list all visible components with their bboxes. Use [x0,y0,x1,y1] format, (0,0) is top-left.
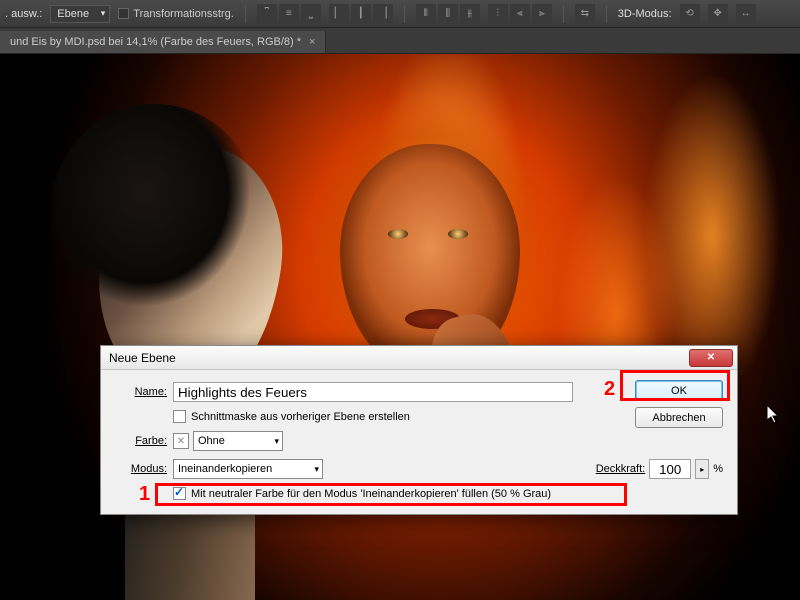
align-vcenter-icon[interactable]: ≡ [279,4,299,24]
align-group: ⎴ ≡ ⎵ [257,4,321,24]
neutral-fill-checkbox[interactable]: Mit neutraler Farbe für den Modus 'Inein… [173,487,551,500]
align-top-icon[interactable]: ⎴ [257,4,277,24]
opacity-label: Deckkraft: [596,463,646,475]
color-none-icon: ✕ [173,433,189,449]
3d-orbit-icon[interactable]: ⟲ [680,4,700,24]
clip-mask-checkbox[interactable]: Schnittmaske aus vorheriger Ebene erstel… [173,410,410,423]
canvas-area [0,54,800,600]
opacity-input[interactable] [649,459,691,479]
mode3d-label: 3D-Modus: [618,8,672,20]
dialog-body: Name: Schnittmaske aus vorheriger Ebene … [101,370,737,514]
document-image [0,54,800,600]
distribute-4-icon[interactable]: ⫶ [488,4,508,24]
options-bar: . ausw.: Ebene Transformationsstrg. ⎴ ≡ … [0,0,800,28]
new-layer-dialog: Neue Ebene ✕ Name: Schnittmaske aus vorh… [100,345,738,515]
divider-icon [606,5,607,23]
distribute-3-icon[interactable]: ⫵ [460,4,480,24]
align-hcenter-icon[interactable]: ┃ [351,4,371,24]
divider-icon [563,5,564,23]
cancel-button[interactable]: Abbrechen [635,407,723,428]
layer-dropdown[interactable]: Ebene [50,5,110,23]
distribute-group: ⫴ ⫼ ⫵ [416,4,480,24]
document-tab[interactable]: und Eis by MDI.psd bei 14,1% (Farbe des … [0,31,326,53]
dialog-titlebar[interactable]: Neue Ebene ✕ [101,346,737,370]
annotation-marker-2: 2 [604,378,615,401]
dialog-buttons: OK Abbrechen [635,380,723,428]
color-value: Ohne [198,435,225,447]
tab-title: und Eis by MDI.psd bei 14,1% (Farbe des … [10,36,301,48]
distribute-6-icon[interactable]: ⫸ [532,4,552,24]
mode-dropdown[interactable]: Ineinanderkopieren [173,459,323,479]
close-icon[interactable]: × [309,36,315,48]
opacity-unit: % [713,463,723,475]
name-input[interactable] [173,382,573,402]
transform-controls-checkbox[interactable]: Transformationsstrg. [118,8,233,20]
align-right-icon[interactable]: ▕ [373,4,393,24]
annotation-marker-1: 1 [139,483,150,506]
mode-label: Modus: [115,463,173,475]
align-bottom-icon[interactable]: ⎵ [301,4,321,24]
align-left-icon[interactable]: ▏ [329,4,349,24]
clip-mask-label: Schnittmaske aus vorheriger Ebene erstel… [191,411,410,423]
dialog-title: Neue Ebene [109,351,689,365]
distribute-1-icon[interactable]: ⫴ [416,4,436,24]
3d-slide-icon[interactable]: ↔ [736,4,756,24]
color-dropdown[interactable]: Ohne [193,431,283,451]
align-group-h: ▏ ┃ ▕ [329,4,393,24]
arrange-icon[interactable]: ⇆ [575,4,595,24]
transform-label: Transformationsstrg. [133,8,233,20]
distribute-5-icon[interactable]: ⫷ [510,4,530,24]
name-label: Name: [115,386,173,398]
ok-button[interactable]: OK [635,380,723,401]
close-button[interactable]: ✕ [689,349,733,367]
mode-value: Ineinanderkopieren [178,463,272,475]
opacity-spinner[interactable]: ▸ [695,459,709,479]
distribute-2-icon[interactable]: ⫼ [438,4,458,24]
checkbox-box-icon [173,410,186,423]
divider-icon [404,5,405,23]
auswahl-label: . ausw.: [5,8,42,20]
3d-pan-icon[interactable]: ✥ [708,4,728,24]
neutral-fill-label: Mit neutraler Farbe für den Modus 'Inein… [191,488,551,500]
checkbox-box-icon [118,8,129,19]
checkbox-checked-icon [173,487,186,500]
divider-icon [245,5,246,23]
distribute-group-2: ⫶ ⫷ ⫸ [488,4,552,24]
document-tabbar: und Eis by MDI.psd bei 14,1% (Farbe des … [0,28,800,54]
color-label: Farbe: [115,435,173,447]
